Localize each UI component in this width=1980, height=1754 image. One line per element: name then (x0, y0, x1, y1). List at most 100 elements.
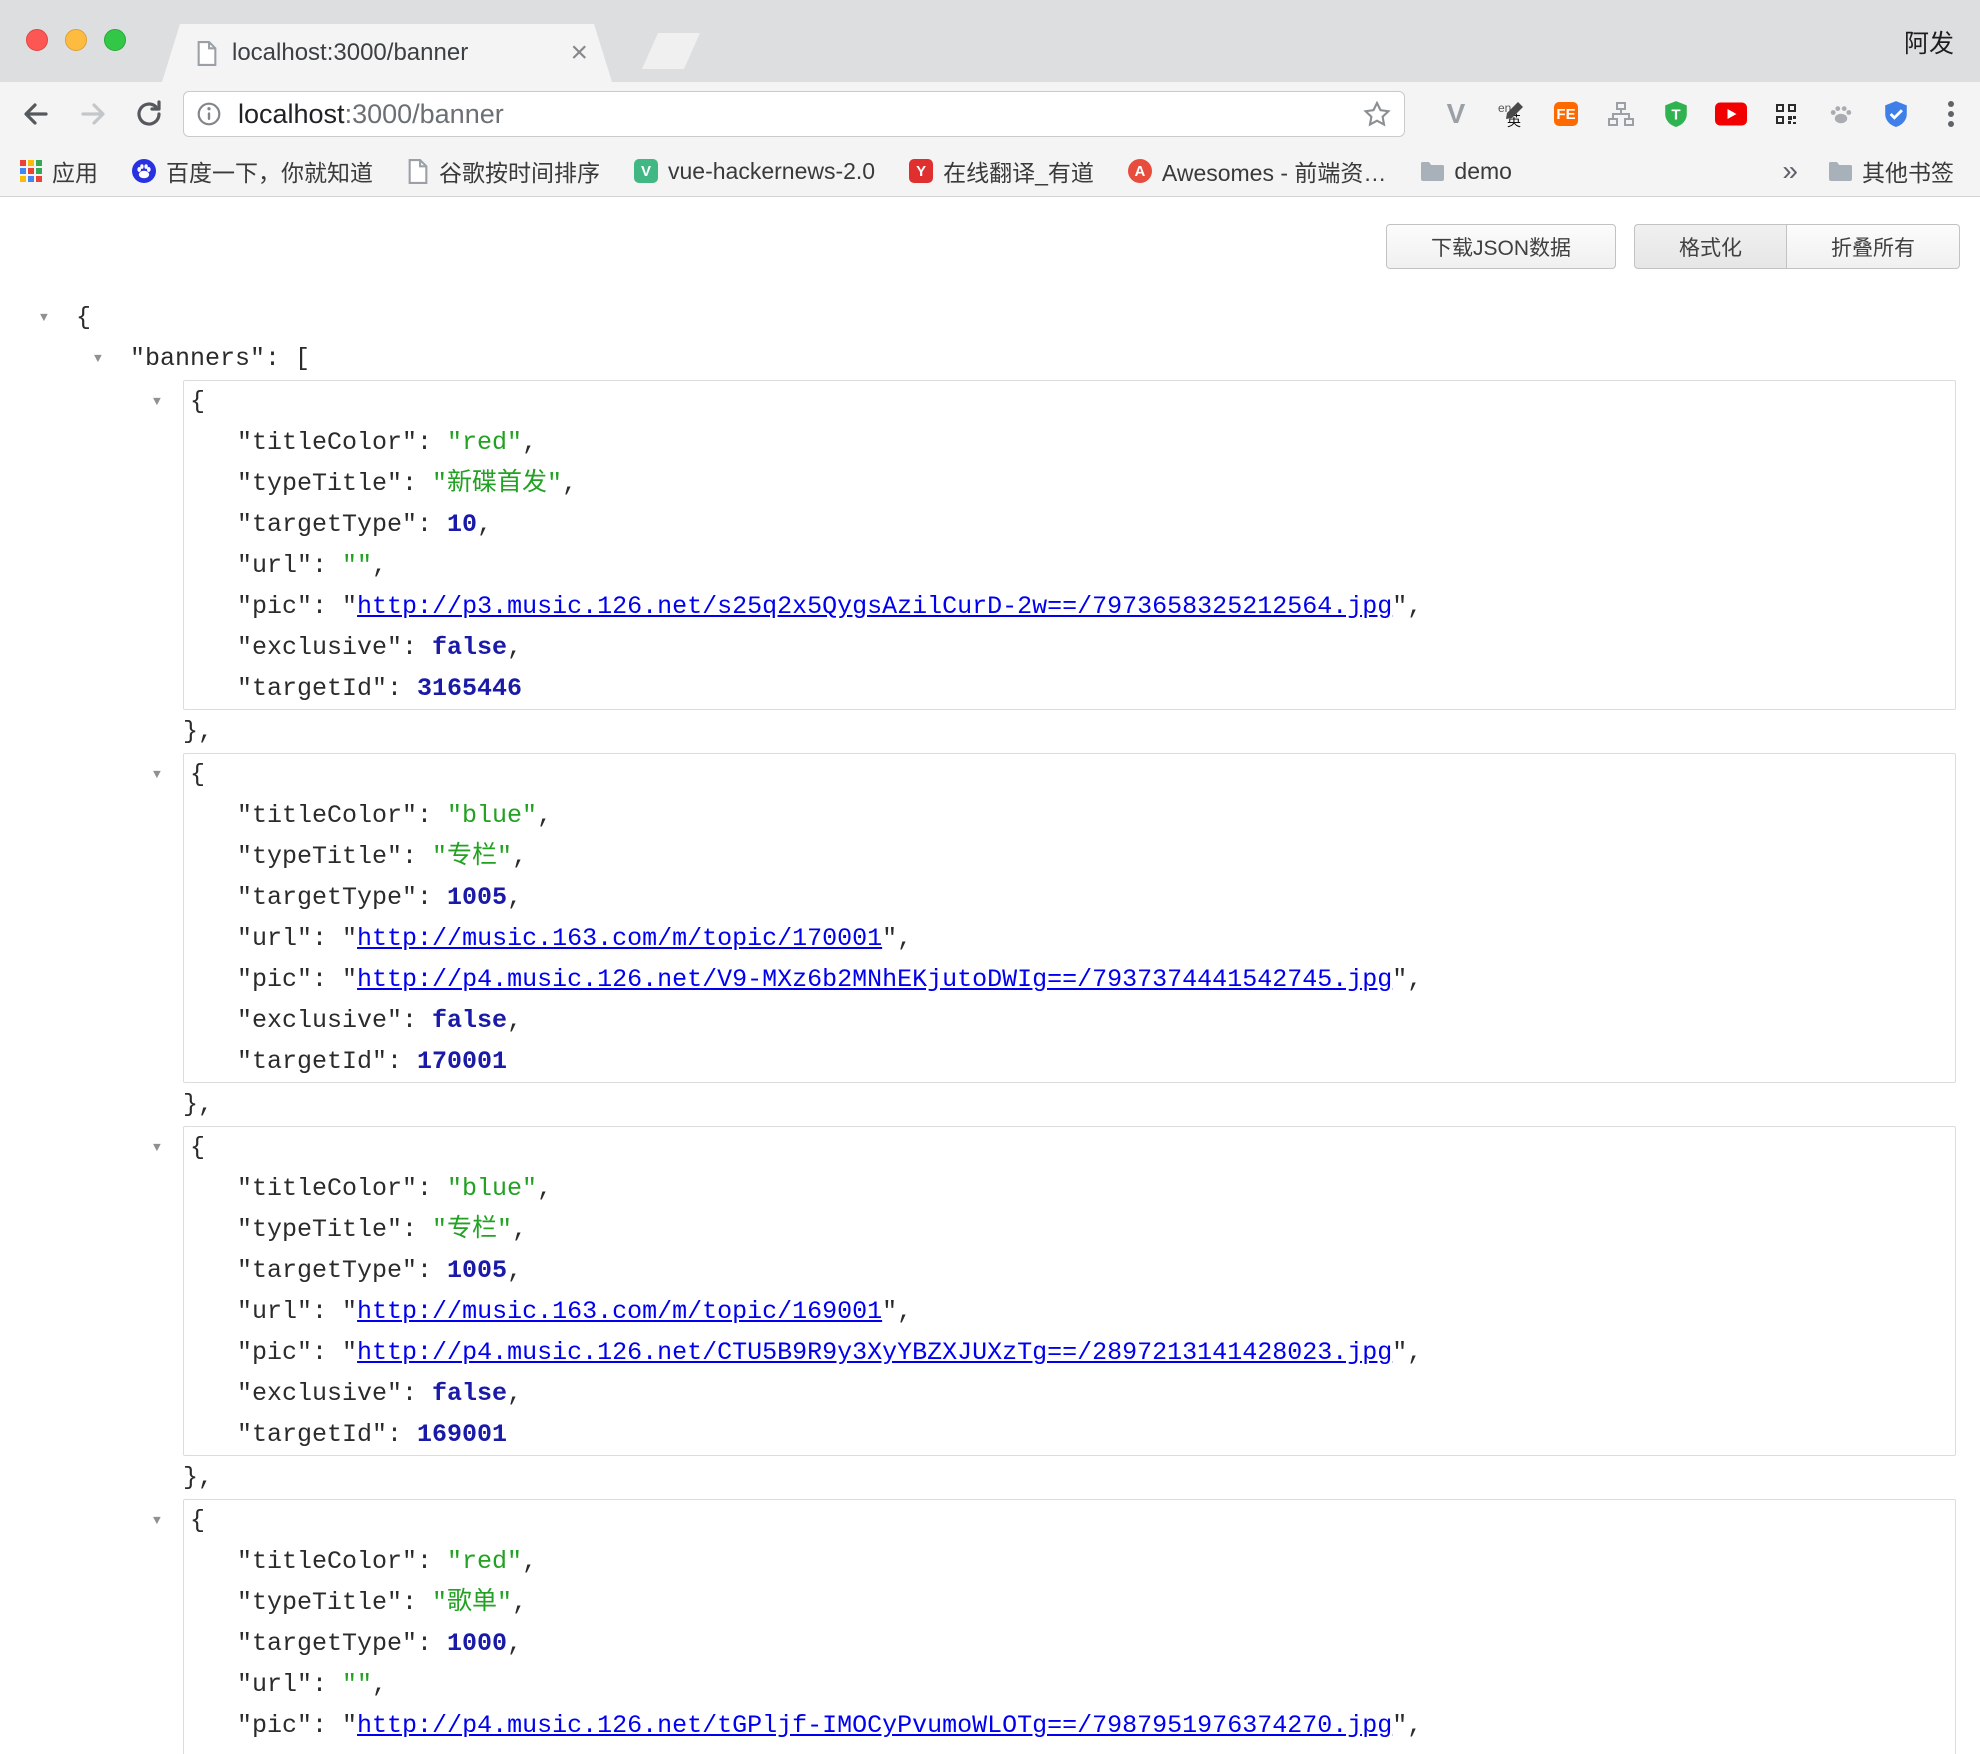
json-object-box: {"titleColor": "red","typeTitle": "歌单","… (183, 1499, 1956, 1754)
json-property: "typeTitle": "专栏", (184, 1209, 1955, 1250)
vimium-extension-icon[interactable]: V (1439, 92, 1473, 136)
collapse-toggle-icon[interactable]: ▼ (40, 297, 48, 338)
tab-close-icon[interactable]: × (570, 38, 588, 68)
forward-button[interactable] (69, 90, 117, 138)
url-host: localhost (238, 99, 345, 129)
collapse-toggle-icon[interactable]: ▼ (153, 1127, 161, 1168)
shield-t-extension-icon[interactable]: T (1659, 92, 1693, 136)
format-button[interactable]: 格式化 (1634, 224, 1787, 269)
json-property: "pic": "http://p4.music.126.net/V9-MXz6b… (184, 959, 1955, 1000)
json-property: "exclusive": false, (184, 627, 1955, 668)
bookmark-star-icon[interactable] (1362, 99, 1392, 129)
baidu-icon (132, 159, 156, 183)
bookmarks-bar: 应用 百度一下，你就知道 谷歌按时间排序 Vvue-hackernews-2.0 Y 在线… (0, 146, 1980, 197)
json-property: "url": "http://music.163.com/m/topic/170… (184, 918, 1955, 959)
bookmark-label: 百度一下，你就知道 (166, 154, 373, 188)
json-property: "typeTitle": "新碟首发", (184, 463, 1955, 504)
json-property: "targetType": 1005, (184, 1250, 1955, 1291)
json-object-box: {"titleColor": "blue","typeTitle": "专栏",… (183, 753, 1956, 1083)
bookmark-label: 谷歌按时间排序 (439, 154, 600, 188)
zoom-window-button[interactable] (104, 29, 126, 51)
json-object-box: {"titleColor": "blue","typeTitle": "专栏",… (183, 1126, 1956, 1456)
json-property: "typeTitle": "专栏", (184, 836, 1955, 877)
url-link[interactable]: http://p4.music.126.net/CTU5B9R9y3XyYBZX… (357, 1338, 1392, 1367)
page-icon (407, 159, 429, 184)
collapse-toggle-icon[interactable]: ▼ (153, 381, 161, 422)
bookmarks-overflow-button[interactable]: » (1782, 155, 1798, 187)
bookmark-item[interactable]: Y 在线翻译_有道 (909, 154, 1094, 188)
url-link[interactable]: http://music.163.com/m/topic/170001 (357, 924, 882, 953)
bookmark-label: 在线翻译_有道 (943, 154, 1094, 188)
url-link[interactable]: http://p3.music.126.net/s25q2x5QygsAzilC… (357, 592, 1392, 621)
json-object-box: {"titleColor": "red","typeTitle": "新碟首发"… (183, 380, 1956, 710)
url-link[interactable]: http://music.163.com/m/topic/169001 (357, 1297, 882, 1326)
tab-bar: localhost:3000/banner × 阿发 (0, 0, 1980, 82)
json-property: "titleColor": "red", (184, 1541, 1955, 1582)
window-controls (26, 29, 126, 51)
bookmark-item[interactable]: 谷歌按时间排序 (407, 154, 600, 188)
banner-object: ▼{"titleColor": "blue","typeTitle": "专栏"… (183, 1126, 1956, 1498)
json-actions: 下载JSON数据 格式化 折叠所有 (1386, 224, 1960, 269)
address-bar[interactable]: localhost:3000/banner (183, 91, 1405, 137)
json-property: "pic": "http://p4.music.126.net/tGPljf-I… (184, 1705, 1955, 1746)
json-property: "url": "", (184, 1664, 1955, 1705)
browser-menu-button[interactable] (1934, 92, 1968, 136)
bookmark-label: vue-hackernews-2.0 (668, 158, 875, 185)
browser-window: localhost:3000/banner × 阿发 localhost:300… (0, 0, 1980, 1754)
json-property: "pic": "http://p3.music.126.net/s25q2x5Q… (184, 586, 1955, 627)
folder-icon (1828, 161, 1852, 181)
collapse-toggle-icon[interactable]: ▼ (153, 1500, 161, 1541)
json-property: "targetType": 1005, (184, 877, 1955, 918)
download-json-button[interactable]: 下载JSON数据 (1386, 224, 1616, 269)
svg-text:T: T (1671, 106, 1681, 123)
other-bookmarks-folder[interactable]: 其他书签 (1828, 154, 1954, 188)
folder-icon (1420, 161, 1444, 181)
url-path: :3000/banner (345, 99, 504, 129)
json-property: "typeTitle": "歌单", (184, 1582, 1955, 1623)
translate-extension-icon[interactable]: en英 (1494, 92, 1528, 136)
json-property: "url": "", (184, 545, 1955, 586)
qrcode-extension-icon[interactable] (1769, 92, 1803, 136)
collapse-all-button[interactable]: 折叠所有 (1787, 224, 1960, 269)
youtube-extension-icon[interactable] (1714, 92, 1748, 136)
new-tab-button[interactable] (642, 33, 700, 69)
close-window-button[interactable] (26, 29, 48, 51)
collapse-toggle-icon[interactable]: ▼ (94, 338, 102, 379)
apps-icon (20, 160, 42, 182)
bookmark-label: Awesomes - 前端资… (1162, 154, 1387, 188)
reload-button[interactable] (125, 90, 173, 138)
bookmark-item[interactable]: demo (1420, 158, 1512, 185)
url-text: localhost:3000/banner (238, 99, 1362, 130)
page-content: 下载JSON数据 格式化 折叠所有 ▼{▼"banners": [▼{"titl… (0, 197, 1980, 1754)
tab-title: localhost:3000/banner (232, 39, 570, 67)
minimize-window-button[interactable] (65, 29, 87, 51)
back-button[interactable] (12, 90, 60, 138)
url-link[interactable]: http://p4.music.126.net/tGPljf-IMOCyPvum… (357, 1711, 1392, 1740)
bookmark-item[interactable]: A Awesomes - 前端资… (1128, 154, 1387, 188)
page-info-icon[interactable] (196, 101, 222, 127)
url-link[interactable]: http://p4.music.126.net/V9-MXz6b2MNhEKju… (357, 965, 1392, 994)
collapse-toggle-icon[interactable]: ▼ (153, 754, 161, 795)
browser-tab[interactable]: localhost:3000/banner × (162, 24, 612, 82)
bookmark-item[interactable]: Vvue-hackernews-2.0 (634, 158, 875, 185)
json-property: "exclusive": false, (184, 1746, 1955, 1754)
bookmark-label: 应用 (52, 154, 98, 188)
bookmark-item[interactable]: 应用 (20, 154, 98, 188)
json-property: "pic": "http://p4.music.126.net/CTU5B9R9… (184, 1332, 1955, 1373)
fehelper-extension-icon[interactable]: FE (1549, 92, 1583, 136)
badge-icon: Y (909, 159, 933, 183)
paw-extension-icon[interactable] (1824, 92, 1858, 136)
shield-check-extension-icon[interactable] (1879, 92, 1913, 136)
other-bookmarks-label: 其他书签 (1862, 154, 1954, 188)
json-property: "targetId": 3165446 (184, 668, 1955, 709)
profile-name[interactable]: 阿发 (1904, 24, 1954, 60)
json-property: "targetType": 10, (184, 504, 1955, 545)
json-property: "exclusive": false, (184, 1000, 1955, 1041)
badge-icon: A (1128, 159, 1152, 183)
bookmark-item[interactable]: 百度一下，你就知道 (132, 154, 373, 188)
json-root-line: ▼{ (0, 297, 1980, 338)
json-tree: ▼{▼"banners": [▼{"titleColor": "red","ty… (0, 197, 1980, 1754)
org-chart-extension-icon[interactable] (1604, 92, 1638, 136)
page-favicon-icon (196, 41, 218, 66)
json-property: "titleColor": "red", (184, 422, 1955, 463)
